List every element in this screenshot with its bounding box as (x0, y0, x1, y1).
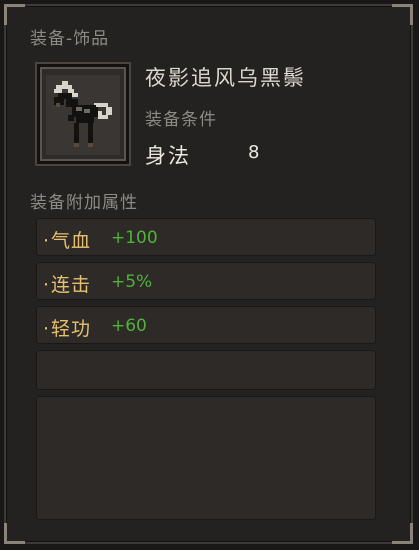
attribute-name: ·气血 (43, 230, 92, 252)
corner-ornament (392, 523, 413, 544)
corner-ornament (4, 4, 25, 25)
attributes-title: 装备附加属性 (30, 193, 138, 213)
attribute-row: ·轻功 +60 (36, 306, 376, 344)
requirement-label: 身法 (145, 144, 191, 168)
attribute-value: +5% (111, 272, 153, 292)
item-category: 装备-饰品 (30, 29, 110, 49)
attribute-row: ·连击 +5% (36, 262, 376, 300)
attribute-name: ·轻功 (43, 318, 92, 340)
attribute-value: +100 (111, 228, 158, 248)
requirement-value: 8 (248, 142, 260, 163)
requirement-title: 装备条件 (145, 110, 217, 130)
item-name: 夜影追风乌黑鬃 (145, 66, 306, 90)
corner-ornament (4, 523, 25, 544)
attribute-value: +60 (111, 316, 147, 336)
attribute-row: ·气血 +100 (36, 218, 376, 256)
empty-description-slot (36, 396, 376, 520)
black-horse-icon (46, 75, 120, 155)
corner-ornament (392, 4, 413, 25)
empty-attribute-slot (36, 350, 376, 390)
attribute-name: ·连击 (43, 274, 92, 296)
item-icon-slot[interactable] (37, 64, 129, 164)
